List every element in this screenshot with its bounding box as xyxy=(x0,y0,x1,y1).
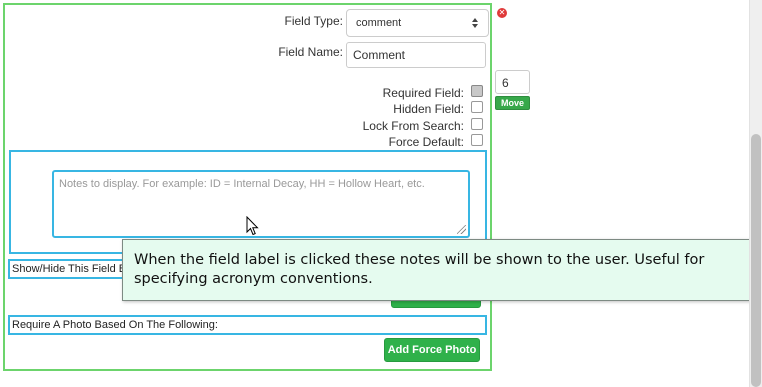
show-hide-rule-label: Show/Hide This Field B xyxy=(12,263,126,275)
add-force-photo-button[interactable]: Add Force Photo xyxy=(384,338,480,362)
remove-field-icon[interactable]: ✕ xyxy=(497,8,507,18)
lock-from-search-label: Lock From Search: xyxy=(362,119,464,133)
scrollbar-thumb[interactable] xyxy=(751,134,761,387)
required-field-checkbox[interactable] xyxy=(471,85,483,97)
force-default-checkbox[interactable] xyxy=(471,134,483,146)
field-name-label: Field Name: xyxy=(278,45,343,59)
move-button[interactable]: Move xyxy=(495,96,530,110)
required-field-label: Required Field: xyxy=(382,86,464,100)
notes-textarea[interactable]: Notes to display. For example: ID = Inte… xyxy=(52,170,470,238)
field-name-input[interactable]: Comment xyxy=(346,42,486,68)
lock-from-search-checkbox[interactable] xyxy=(471,118,483,130)
field-order-value: 6 xyxy=(502,76,509,90)
tooltip-text: When the field label is clicked these no… xyxy=(134,252,705,287)
select-arrows-icon xyxy=(472,16,480,30)
notes-tooltip: When the field label is clicked these no… xyxy=(122,239,760,301)
field-type-select[interactable]: comment xyxy=(346,9,489,37)
field-type-value: comment xyxy=(356,17,402,29)
field-order-input[interactable]: 6 xyxy=(495,70,530,94)
require-photo-rule-label: Require A Photo Based On The Following: xyxy=(12,319,218,331)
hidden-field-checkbox[interactable] xyxy=(471,101,483,113)
require-photo-rule-bar[interactable]: Require A Photo Based On The Following: xyxy=(8,315,487,335)
notes-placeholder: Notes to display. For example: ID = Inte… xyxy=(59,178,425,190)
hidden-field-label: Hidden Field: xyxy=(393,102,464,116)
field-type-label: Field Type: xyxy=(284,14,343,28)
resize-grip-icon[interactable] xyxy=(457,225,466,234)
show-hide-rule-bar[interactable]: Show/Hide This Field B xyxy=(8,259,126,279)
field-name-value: Comment xyxy=(353,48,406,62)
mouse-pointer-icon xyxy=(246,216,259,236)
force-default-label: Force Default: xyxy=(388,135,464,149)
